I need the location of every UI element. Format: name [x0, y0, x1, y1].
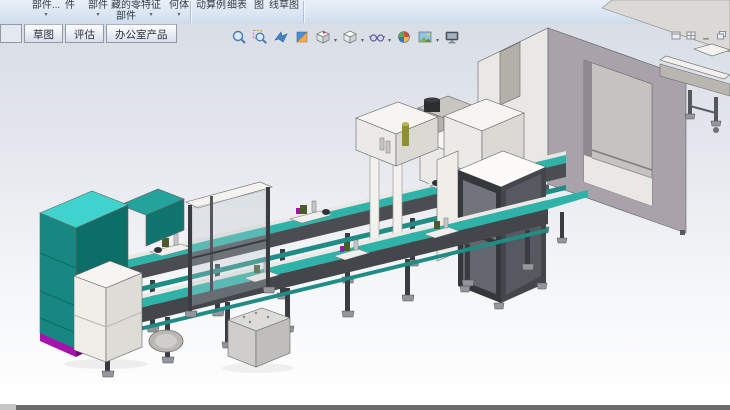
zoom-to-fit-icon[interactable]: [230, 28, 248, 46]
graphics-viewport[interactable]: ▾ ▾ ▾ ▾: [0, 24, 730, 405]
tab-sketch[interactable]: 草图: [24, 24, 63, 43]
edit-appearance-icon[interactable]: [395, 28, 413, 46]
window-bottom-edge: [0, 405, 730, 410]
view-settings-icon[interactable]: [443, 28, 461, 46]
dropdown-caret-icon[interactable]: ▾: [436, 37, 439, 44]
assembly-3d-model[interactable]: [0, 0, 730, 410]
solidworks-window: 部件... ▾ 件 部件 ▾ 藏的零部件 特征 ▾ 何体 ▾ 动算例 细表 图: [0, 0, 730, 410]
tab-office-products[interactable]: 办公室产品: [106, 24, 177, 43]
apply-scene-icon[interactable]: [416, 28, 434, 46]
section-view-icon[interactable]: [293, 28, 311, 46]
zoom-to-area-icon[interactable]: [251, 28, 269, 46]
dropdown-caret-icon[interactable]: ▾: [361, 37, 364, 44]
hide-show-items-icon[interactable]: [368, 28, 386, 46]
tab-evaluate[interactable]: 评估: [65, 24, 104, 43]
view-orientation-icon[interactable]: [314, 28, 332, 46]
minimize-document-icon[interactable]: [700, 29, 712, 41]
previous-view-icon[interactable]: [272, 28, 290, 46]
dropdown-caret-icon[interactable]: ▾: [334, 37, 337, 44]
display-style-icon[interactable]: [341, 28, 359, 46]
document-tile-icon[interactable]: [685, 29, 697, 41]
floor-control-box[interactable]: [222, 308, 294, 373]
commandmanager-tabs: 草图 评估 办公室产品: [0, 24, 177, 42]
restore-document-icon[interactable]: [715, 29, 727, 41]
heads-up-view-toolbar: ▾ ▾ ▾ ▾: [230, 28, 461, 46]
window-bottom-corner: [0, 404, 16, 410]
dropdown-caret-icon[interactable]: ▾: [388, 37, 391, 44]
tab-partial[interactable]: [0, 24, 22, 43]
document-control-icon[interactable]: [670, 29, 682, 41]
document-window-controls: [670, 29, 727, 41]
